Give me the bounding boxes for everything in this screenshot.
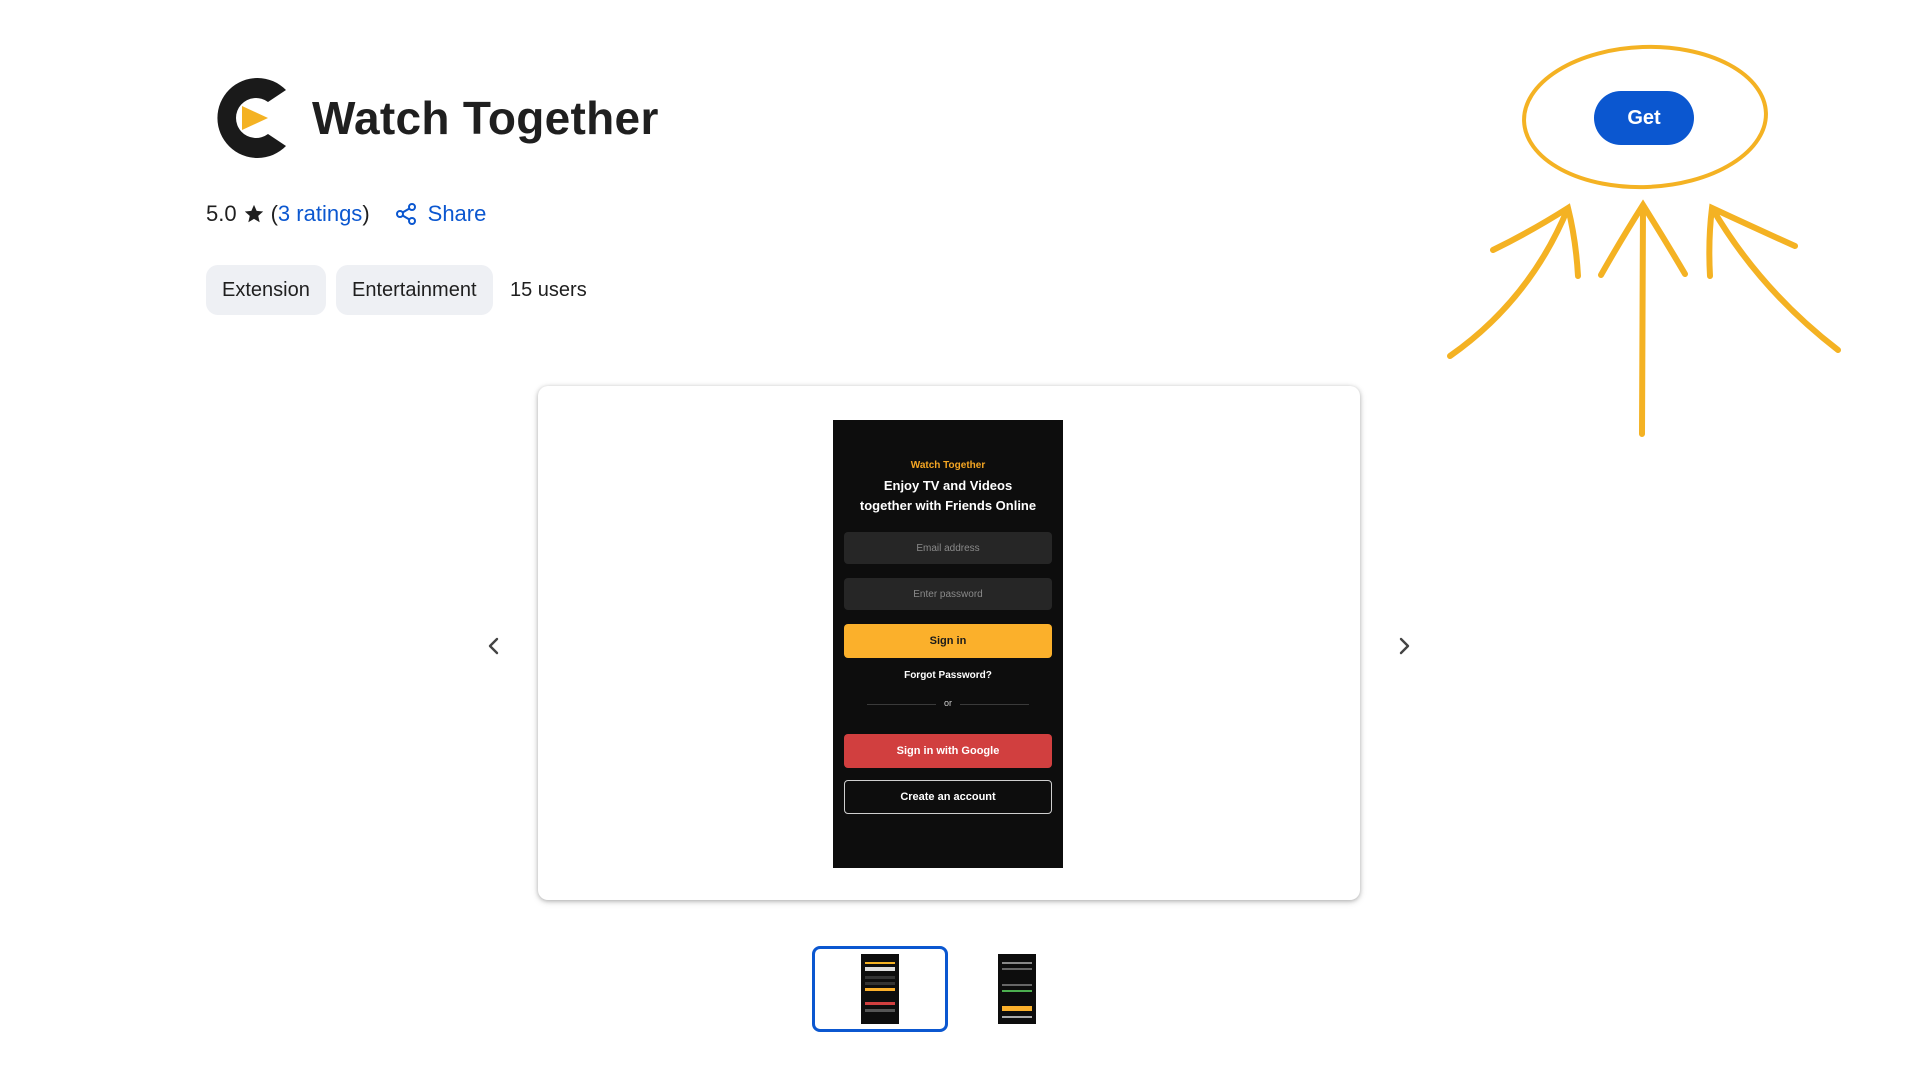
screenshot-password-field: Enter password <box>844 578 1052 610</box>
screenshot-headline: Enjoy TV and Videos together with Friend… <box>833 476 1063 516</box>
screenshot-signin-button: Sign in <box>844 624 1052 658</box>
chip-entertainment[interactable]: Entertainment <box>336 265 493 315</box>
screenshot-google-button: Sign in with Google <box>844 734 1052 768</box>
thumbnail-1-image <box>861 954 899 1024</box>
annotation-arrow-center <box>1598 199 1688 437</box>
watch-together-logo-icon <box>217 78 286 158</box>
chip-extension[interactable]: Extension <box>206 265 326 315</box>
annotation-arrow-right <box>1706 203 1841 353</box>
screenshot-or-label: or <box>936 698 960 708</box>
ratings-link[interactable]: 3 ratings <box>278 201 362 227</box>
annotation-arrow-left <box>1447 203 1581 359</box>
rating-value: 5.0 <box>206 201 237 226</box>
thumbnail-2-image <box>998 954 1036 1024</box>
share-icon[interactable] <box>394 202 418 226</box>
carousel-next-button[interactable] <box>1386 628 1422 664</box>
extension-title: Watch Together <box>312 92 659 144</box>
screenshot-email-field: Email address <box>844 532 1052 564</box>
headline-line-1: Enjoy TV and Videos <box>883 478 1013 493</box>
screenshot-image: Watch Together Enjoy TV and Videos toget… <box>833 420 1063 868</box>
share-button[interactable]: Share <box>428 201 487 227</box>
headline-line-2: together with Friends Online <box>859 498 1037 513</box>
rating-row: 5.0 ( 3 ratings ) Share <box>206 196 486 232</box>
chevron-right-icon <box>1399 637 1410 655</box>
star-icon <box>244 204 263 223</box>
chevron-left-icon <box>488 637 499 655</box>
user-count: 15 users <box>510 279 587 301</box>
ratings-paren-close: ) <box>362 201 370 226</box>
ratings-paren-open: ( <box>270 201 278 226</box>
extension-logo <box>206 76 290 160</box>
screenshot-forgot-link: Forgot Password? <box>904 670 992 681</box>
get-button[interactable]: Get <box>1594 91 1694 145</box>
thumbnail-2[interactable] <box>949 946 1085 1032</box>
screenshot-create-account-button: Create an account <box>844 780 1052 814</box>
thumbnail-1[interactable] <box>812 946 948 1032</box>
carousel-prev-button[interactable] <box>476 628 512 664</box>
screenshot-brand: Watch Together <box>910 460 986 471</box>
